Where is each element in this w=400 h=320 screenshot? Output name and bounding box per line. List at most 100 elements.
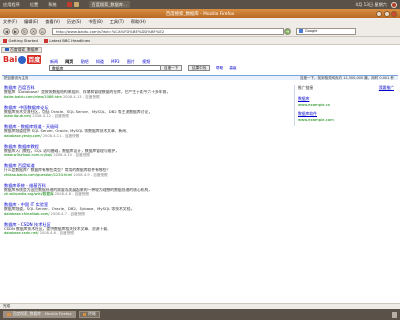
taskbar-terminal[interactable]: 终端: [78, 311, 100, 318]
firefox-icon: [7, 312, 11, 317]
menu-help[interactable]: 帮助(H): [131, 19, 146, 25]
search-box-placeholder: Google: [305, 29, 318, 33]
list-item: 数据库 - 中国 IT 实验室 数据库频道，SQL Server、Oracle、…: [4, 202, 288, 216]
panel-task[interactable]: 百度搜索_数据库...: [88, 1, 130, 8]
result-url: zhidao.baidu.com/question/1234.html 2008…: [4, 172, 108, 177]
nav-images[interactable]: 图片: [127, 59, 135, 64]
results-list: 数据库 百度百科 数据库（Database）是按照数据结构来组织、存储和管理数据…: [4, 85, 288, 241]
browser-tab[interactable]: 百度搜索_数据库: [1, 46, 43, 53]
list-item: 数据库系统 - 维基百科 数据库系统是为适应数据处理的需要而发展起来的一种较为理…: [4, 183, 288, 197]
system-menu[interactable]: 系统: [48, 2, 56, 8]
sidebar-header: 推广链接 我要推广: [298, 85, 394, 91]
baidu-favicon-icon: [5, 47, 9, 52]
sidebar-title: 推广链接: [298, 85, 314, 90]
snapshot-link[interactable]: 2008-4-10 - 百度快照: [53, 153, 90, 157]
navigation-toolbar: ◀ ▶ ↻ ✕ ⌂ http://www.baidu.com/s?wd=%CA%…: [0, 26, 400, 37]
baidu-logo[interactable]: Bai 百度: [3, 55, 42, 64]
go-icon[interactable]: ➜: [284, 27, 291, 35]
snapshot-link[interactable]: 2008-4-6 - 百度快照: [40, 231, 74, 235]
nav-video[interactable]: 视频: [142, 59, 150, 64]
home-icon[interactable]: ⌂: [39, 27, 46, 35]
applications-menu[interactable]: 应用程序: [3, 2, 20, 8]
set-homepage-link[interactable]: 把百度设为主页: [4, 76, 29, 80]
sidebar-ad-item: 数据库软件 www.example.com: [298, 111, 394, 122]
nav-zhidao[interactable]: 知道: [96, 59, 104, 64]
bookmark-icon: [3, 38, 7, 43]
reload-icon[interactable]: ↻: [21, 27, 28, 35]
result-url: www.w3school.com.cn/sql/ 2008-4-10 - 百度快…: [4, 153, 90, 158]
minimize-button[interactable]: [376, 10, 382, 17]
forward-icon[interactable]: ▶: [12, 27, 19, 35]
places-menu[interactable]: 位置: [30, 2, 38, 8]
email-launcher-icon[interactable]: [73, 2, 79, 7]
trash-icon[interactable]: [392, 311, 397, 318]
list-item: 数据库 - 数据库频道 - 天极网 数据库频道提供 SQL Server, Or…: [4, 124, 288, 138]
paw-icon: [18, 55, 27, 64]
snapshot-link[interactable]: 2008-4-12 - 百度快照: [32, 114, 69, 118]
result-url: database.yesky.com/ 2008-4-11 - 百度快照: [4, 133, 80, 138]
menu-tools[interactable]: 工具(T): [110, 19, 124, 25]
close-button[interactable]: [391, 10, 397, 17]
power-icon[interactable]: [391, 1, 397, 8]
tab-strip: 百度搜索_数据库: [1, 46, 43, 53]
query-input[interactable]: 数据库: [49, 65, 169, 71]
snapshot-link[interactable]: 2008-4-8 - 百度快照: [55, 192, 89, 196]
bookmark-getting-started[interactable]: Getting Started: [3, 38, 38, 43]
nav-mp3[interactable]: MP3: [111, 59, 119, 64]
sponsored-sidebar: 推广链接 我要推广 数据库 www.example.cn 数据库软件 www.e…: [294, 85, 394, 126]
bookmarks-toolbar: Getting Started Latest BBC Headlines: [0, 37, 400, 45]
list-item: 数据库 数据库教程 数据库入门教程，SQL 语句基础，数据库设计，数据库管理与维…: [4, 144, 288, 158]
window-controls: [376, 10, 397, 17]
snapshot-link[interactable]: 2008-4-11 - 百度快照: [43, 134, 80, 138]
google-icon: [299, 29, 303, 33]
list-item: 数据库 - CSDN 技术社区 CSDN 数据库技术社区，提供数据库相关技术文章…: [4, 222, 288, 236]
menubar: 文件(F) 编辑(E) 查看(V) 历史(S) 书签(B) 工具(T) 帮助(H…: [0, 18, 400, 26]
menu-edit[interactable]: 编辑(E): [24, 19, 38, 25]
sidebar-ad-item: 数据库 www.example.cn: [298, 96, 394, 107]
list-item: 数据库 百度知道 什么是数据库？数据库有哪些类型？常用的数据库软件有哪些？ zh…: [4, 163, 288, 177]
help-link[interactable]: 帮助: [216, 66, 223, 70]
result-count: 百度一下，找到相关网页约 12,300,000 篇，用时 0.001 秒: [299, 76, 394, 80]
back-icon[interactable]: ◀: [3, 27, 10, 35]
result-url: baike.baidu.com/view/1088.htm 2008-4-13 …: [4, 94, 100, 99]
menu-view[interactable]: 查看(V): [45, 19, 60, 25]
advanced-links: 帮助 高级: [216, 66, 242, 71]
logo-bai: Bai: [3, 55, 18, 64]
menu-bookmarks[interactable]: 书签(B): [88, 19, 103, 25]
bookmark-bbc-headlines[interactable]: Latest BBC Headlines: [43, 38, 90, 43]
result-info-bar: 把百度设为主页 百度一下，找到相关网页约 12,300,000 篇，用时 0.0…: [2, 75, 398, 80]
clock[interactable]: 4月 13日 星期六: [355, 2, 387, 8]
menu-history[interactable]: 历史(S): [67, 19, 81, 25]
window-titlebar[interactable]: 百度搜索_数据库 - Mozilla Firefox: [0, 9, 400, 18]
sidebar-more-link[interactable]: 我要推广: [379, 85, 394, 91]
advanced-link[interactable]: 高级: [229, 66, 236, 70]
sidebar-ad-url: www.example.com: [298, 117, 334, 122]
bottom-panel: 百度搜索_数据库 - Mozilla Firefox 终端: [0, 309, 400, 320]
result-url: database.chinaitlab.com/ 2008-4-7 - 百度快照: [4, 211, 85, 216]
snapshot-link[interactable]: 2008-4-9 - 百度快照: [73, 173, 107, 177]
search-button[interactable]: 百度一下: [160, 65, 183, 71]
snapshot-link[interactable]: 2008-4-13 - 百度快照: [63, 95, 100, 99]
nav-news[interactable]: 新闻: [50, 59, 58, 64]
sidebar-ad-url: www.example.cn: [298, 102, 331, 107]
search-in-results-button[interactable]: 结果中找: [188, 65, 211, 71]
rss-icon: [43, 38, 48, 43]
logo-du: 百度: [27, 55, 42, 64]
nav-tieba[interactable]: 贴吧: [81, 59, 89, 64]
url-bar[interactable]: http://www.baidu.com/s?wd=%CA%FD%BE%DD%B…: [52, 27, 284, 35]
maximize-button[interactable]: [383, 10, 390, 17]
nav-web[interactable]: 网页: [65, 59, 73, 64]
window-title: 百度搜索_数据库 - Mozilla Firefox: [165, 11, 235, 17]
taskbar-firefox[interactable]: 百度搜索_数据库 - Mozilla Firefox: [3, 311, 76, 318]
list-item: 数据库 ·中国数据库论坛 数据库技术交流社区，包括 Oracle、SQL Ser…: [4, 105, 288, 119]
terminal-icon: [82, 312, 87, 317]
menu-file[interactable]: 文件(F): [3, 19, 17, 25]
status-text: 完成: [3, 304, 11, 308]
snapshot-link[interactable]: 2008-4-7 - 百度快照: [51, 212, 85, 216]
search-box[interactable]: Google: [296, 27, 356, 35]
result-url: zh.wikipedia.org/wiki/数据库 2008-4-8 - 百度快…: [4, 192, 89, 197]
top-panel: 应用程序 位置 系统 百度搜索_数据库... 4月 13日 星期六: [0, 0, 400, 9]
stop-icon[interactable]: ✕: [30, 27, 37, 35]
list-item: 数据库 百度百科 数据库（Database）是按照数据结构来组织、存储和管理数据…: [4, 85, 288, 99]
firefox-launcher-icon[interactable]: [66, 2, 72, 7]
